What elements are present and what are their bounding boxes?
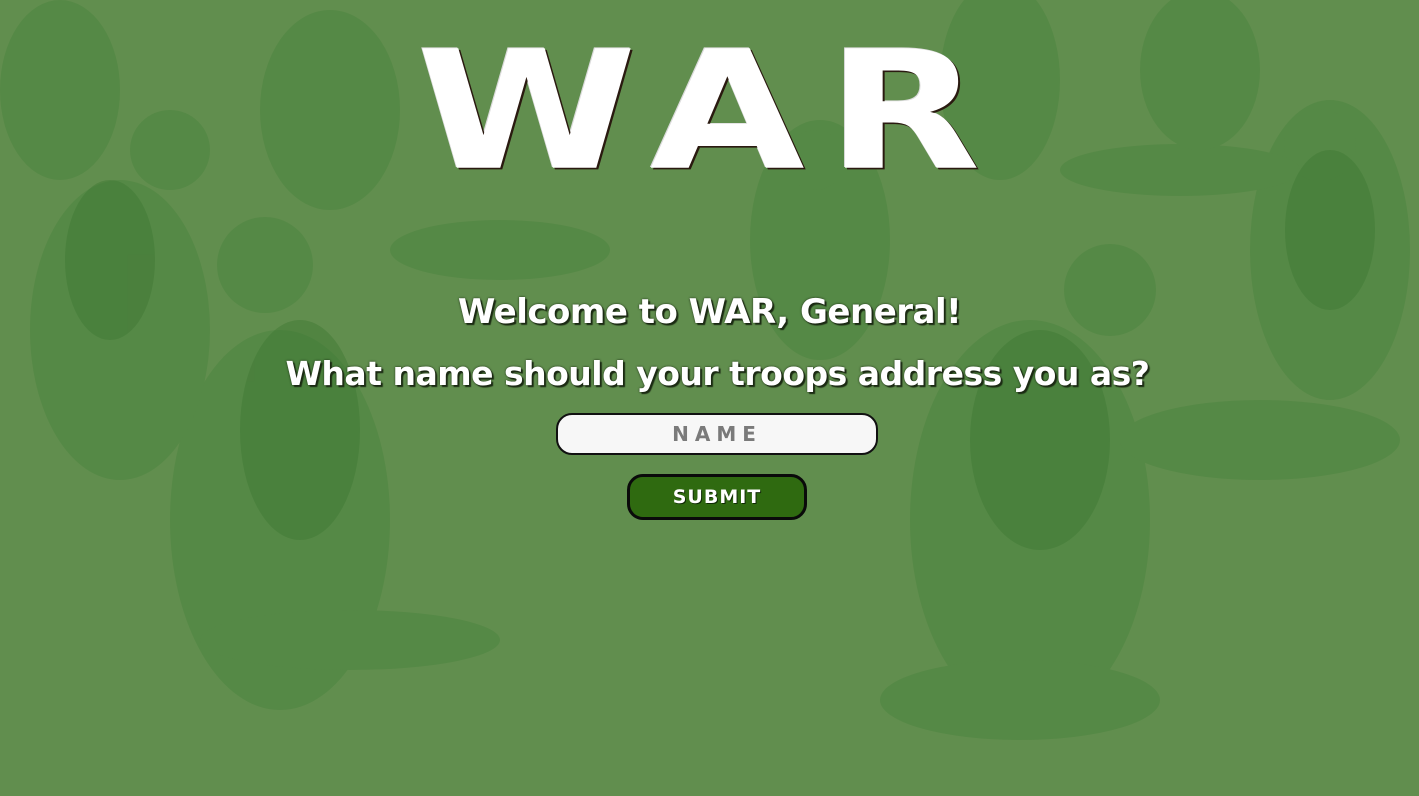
name-prompt: What name should your troops address you… xyxy=(285,354,1150,393)
submit-button[interactable]: SUBMIT xyxy=(627,474,807,520)
welcome-heading: Welcome to WAR, General! xyxy=(457,292,962,332)
name-input[interactable] xyxy=(556,413,878,455)
game-title: WAR xyxy=(416,16,1003,208)
